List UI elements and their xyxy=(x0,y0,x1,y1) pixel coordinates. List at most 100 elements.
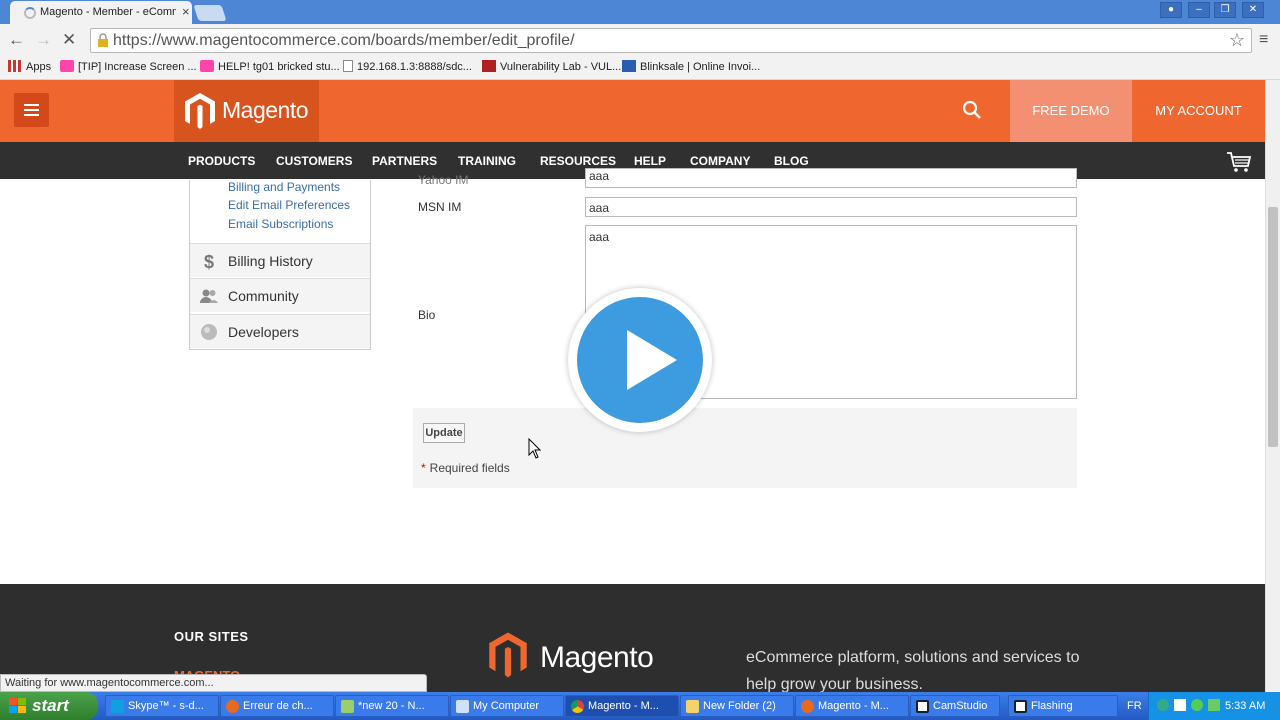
nav-training[interactable]: TRAINING xyxy=(458,154,516,168)
taskbar-item[interactable]: New Folder (2) xyxy=(680,695,794,717)
bio-label: Bio xyxy=(418,308,436,322)
status-bubble: Waiting for www.magentocommerce.com... xyxy=(0,674,427,692)
tray-icon[interactable] xyxy=(1208,699,1220,711)
bookmark-item[interactable]: Vulnerability Lab - VUL... xyxy=(482,60,621,73)
xda-icon xyxy=(60,60,74,72)
new-tab-button[interactable] xyxy=(193,5,227,21)
mouse-cursor-icon xyxy=(528,438,542,459)
camstudio-icon xyxy=(916,700,929,713)
required-text: Required fields xyxy=(429,461,510,475)
nav-help[interactable]: HELP xyxy=(634,154,666,168)
stop-icon[interactable]: ✕ xyxy=(62,30,76,50)
cart-icon[interactable] xyxy=(1226,151,1252,173)
nav-company[interactable]: COMPANY xyxy=(690,154,750,168)
xda-icon xyxy=(200,60,214,72)
maximize-icon[interactable]: ❐ xyxy=(1214,2,1236,18)
bookmark-item[interactable]: HELP! tg01 bricked stu... xyxy=(200,60,340,73)
bookmark-item[interactable]: [TIP] Increase Screen ... xyxy=(60,60,197,73)
yahoo-im-input[interactable]: aaa xyxy=(585,168,1077,188)
hamburger-menu-icon[interactable] xyxy=(14,93,49,127)
site-header: Magento FREE DEMO MY ACCOUNT xyxy=(0,80,1265,142)
sidebar-item-label: Billing History xyxy=(228,253,313,269)
bookmark-item[interactable]: 192.168.1.3:8888/sdc... xyxy=(343,60,472,73)
tray-icon[interactable] xyxy=(1191,699,1203,711)
address-bar[interactable]: https://www.magentocommerce.com/boards/m… xyxy=(90,28,1252,53)
forward-icon[interactable]: → xyxy=(35,30,52,50)
firefox-icon xyxy=(801,700,814,713)
bookmark-star-icon[interactable]: ☆ xyxy=(1229,30,1245,51)
free-demo-button[interactable]: FREE DEMO xyxy=(1010,80,1132,142)
tray-icon[interactable] xyxy=(1157,699,1169,711)
link-email-subscriptions[interactable]: Email Subscriptions xyxy=(228,217,333,231)
nav-products[interactable]: PRODUCTS xyxy=(188,154,255,168)
tray-icon[interactable] xyxy=(1174,699,1186,711)
scrollbar-thumb[interactable] xyxy=(1268,207,1278,447)
windows-flag-icon xyxy=(9,698,26,713)
sidebar-item-community[interactable]: Community xyxy=(190,278,370,312)
bookmarks-bar: Apps [TIP] Increase Screen ... HELP! tg0… xyxy=(0,56,1280,80)
computer-icon xyxy=(456,700,469,713)
blinksale-icon xyxy=(622,60,636,72)
apps-icon xyxy=(8,60,22,72)
sidebar-item-label: Community xyxy=(228,288,299,304)
clock[interactable]: 5:33 AM xyxy=(1225,700,1265,712)
form-footer: Update * Required fields xyxy=(413,408,1077,488)
start-button[interactable]: start xyxy=(0,692,98,720)
search-icon[interactable] xyxy=(962,100,982,120)
logo-text[interactable]: Magento xyxy=(222,97,309,124)
chrome-icon xyxy=(571,700,584,713)
language-indicator[interactable]: FR xyxy=(1127,700,1142,712)
bookmark-apps[interactable]: Apps xyxy=(8,60,51,73)
our-sites-heading: OUR SITES xyxy=(174,629,249,644)
yahoo-im-label: Yahoo IM xyxy=(418,173,469,187)
svg-text:$: $ xyxy=(204,252,214,270)
taskbar-item[interactable]: CamStudio xyxy=(910,695,1000,717)
play-icon xyxy=(627,330,677,390)
skype-icon xyxy=(111,700,124,713)
lock-warning-icon xyxy=(98,33,108,47)
my-account-button[interactable]: MY ACCOUNT xyxy=(1132,80,1265,142)
msn-im-input[interactable]: aaa xyxy=(585,197,1077,217)
taskbar: start Skype™ - s-d... Erreur de ch... *n… xyxy=(0,692,1280,720)
taskbar-item[interactable]: Magento - M... xyxy=(795,695,909,717)
footer-tagline: eCommerce platform, solutions and servic… xyxy=(746,649,1080,692)
browser-menu-icon[interactable]: ≡ xyxy=(1259,31,1268,49)
loading-spinner-icon xyxy=(24,7,36,19)
vertical-scrollbar[interactable] xyxy=(1265,80,1280,692)
minimize-icon[interactable]: – xyxy=(1188,2,1210,18)
back-icon[interactable]: ← xyxy=(8,30,25,50)
sidebar-item-label: Developers xyxy=(228,324,299,340)
sidebar-item-developers[interactable]: Developers xyxy=(190,314,370,348)
nav-customers[interactable]: CUSTOMERS xyxy=(276,154,352,168)
url-text: https://www.magentocommerce.com/boards/m… xyxy=(113,32,575,49)
flashing-icon xyxy=(1014,700,1027,713)
tab-active[interactable]: Magento - Member - eComm × xyxy=(10,1,192,24)
vuln-lab-icon xyxy=(482,60,496,72)
window-close-icon[interactable]: ✕ xyxy=(1242,2,1264,18)
tab-close-icon[interactable]: × xyxy=(182,4,190,19)
bookmark-item[interactable]: Blinksale | Online Invoi... xyxy=(622,60,760,73)
people-icon xyxy=(200,289,218,303)
link-billing-payments[interactable]: Billing and Payments xyxy=(228,180,340,194)
taskbar-item-active[interactable]: Magento - M... xyxy=(565,695,679,717)
update-button[interactable]: Update xyxy=(423,423,465,443)
required-note: * Required fields xyxy=(421,461,510,475)
dollar-icon: $ xyxy=(204,252,214,270)
msn-im-label: MSN IM xyxy=(418,200,462,214)
user-icon[interactable]: ● xyxy=(1160,2,1182,18)
taskbar-item[interactable]: My Computer xyxy=(450,695,564,717)
video-play-button[interactable] xyxy=(568,288,712,432)
taskbar-item[interactable]: Flashing xyxy=(1008,695,1118,717)
taskbar-item[interactable]: *new 20 - N... xyxy=(335,695,449,717)
nav-blog[interactable]: BLOG xyxy=(774,154,809,168)
sidebar-item-billing-history[interactable]: $ Billing History xyxy=(190,243,370,277)
taskbar-item[interactable]: Erreur de ch... xyxy=(220,695,334,717)
edit-profile-form: Yahoo IM aaa MSN IM aaa Bio aaa Update *… xyxy=(413,168,1077,488)
nav-partners[interactable]: PARTNERS xyxy=(372,154,437,168)
footer-magento-logo-icon xyxy=(489,632,527,678)
browser-tab-bar: Magento - Member - eComm × ● – ❐ ✕ xyxy=(0,0,1280,24)
link-email-preferences[interactable]: Edit Email Preferences xyxy=(228,198,350,212)
page-icon xyxy=(343,60,353,72)
taskbar-item[interactable]: Skype™ - s-d... xyxy=(105,695,219,717)
nav-resources[interactable]: RESOURCES xyxy=(540,154,616,168)
